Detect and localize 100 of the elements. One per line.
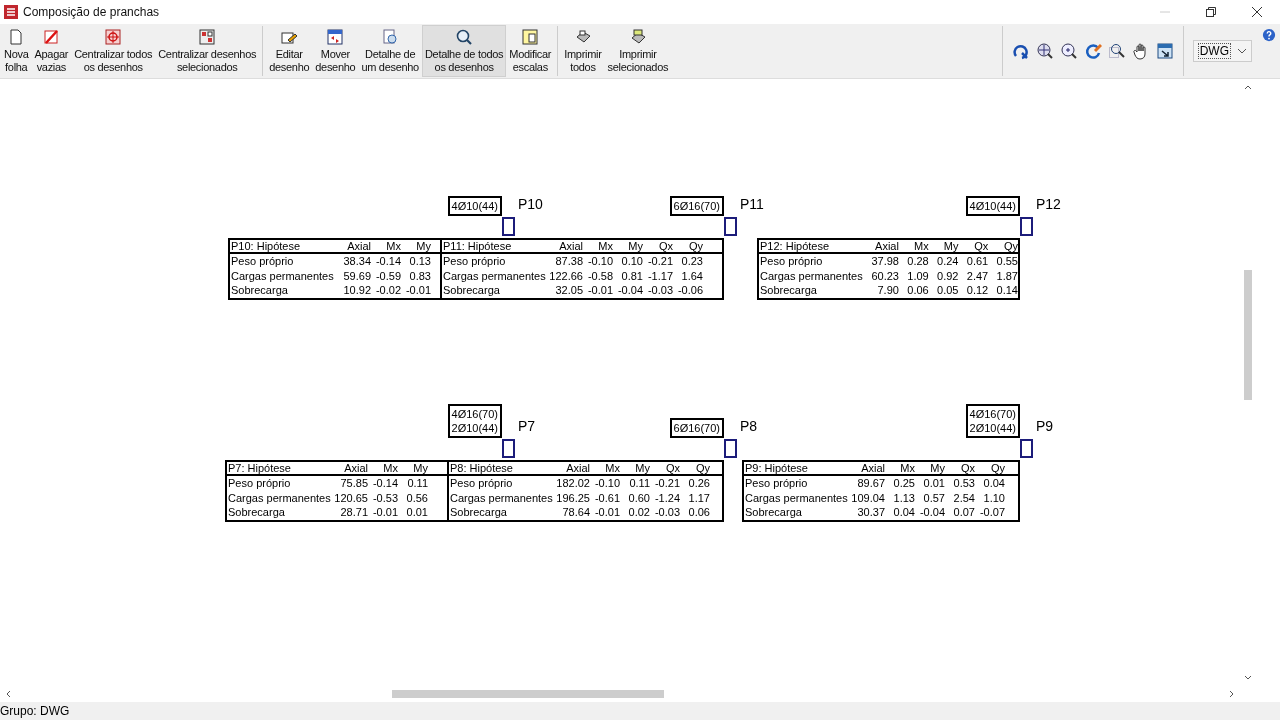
toolbar-button[interactable]: Apagar vazias bbox=[31, 25, 72, 77]
refresh-icon[interactable] bbox=[1083, 42, 1102, 60]
table-cell-text: 0.11 bbox=[406, 476, 428, 491]
table-cell-text: 0.57 bbox=[922, 490, 945, 505]
table-cell-text: 87.38 bbox=[554, 254, 583, 269]
table-cell-text: Cargas permanentes bbox=[744, 490, 849, 505]
table-cell: 182.02 bbox=[555, 476, 590, 491]
table-cell-text: -0.61 bbox=[593, 490, 620, 505]
rebar-label: 4Ø16(70) 2Ø10(44) bbox=[447, 404, 502, 438]
pillar-section bbox=[502, 439, 515, 458]
table-cell-text: 0.55 bbox=[995, 254, 1018, 269]
table-header: Mx bbox=[899, 462, 915, 474]
toolbar-button[interactable]: Nova folha bbox=[1, 25, 32, 77]
table-header: Qx bbox=[657, 240, 673, 252]
restore-icon[interactable] bbox=[1205, 6, 1217, 18]
table-cell-text: -0.01 bbox=[404, 283, 431, 298]
table-cell-text: Peso próprio bbox=[230, 254, 295, 269]
zoom-window-icon[interactable] bbox=[1107, 42, 1126, 60]
toolbar-button[interactable]: Detalhe de um desenho bbox=[358, 25, 422, 77]
toolbar-button[interactable]: Imprimir todos bbox=[561, 25, 605, 77]
table-header: My bbox=[929, 462, 945, 474]
table-cell-text: 7.90 bbox=[876, 283, 899, 298]
help-icon[interactable] bbox=[1262, 28, 1276, 42]
table-cell-text: 0.12 bbox=[965, 283, 989, 298]
table-cell-text: 0.06 bbox=[906, 283, 929, 298]
table-header: Mx bbox=[597, 240, 613, 252]
toolbar-button[interactable]: Centralizar desenhos selecionados bbox=[155, 25, 260, 77]
table-cell-text: 30.37 bbox=[856, 505, 885, 520]
view-select[interactable]: DWG bbox=[1192, 40, 1252, 62]
table-cell: 196.25 bbox=[555, 490, 590, 505]
table-header: P10: Hipótese bbox=[230, 240, 302, 252]
toolbar-button[interactable]: Mover desenho bbox=[312, 25, 359, 77]
table-cell-text: Sobrecarga bbox=[442, 283, 501, 298]
table-cell-text: Peso próprio bbox=[744, 476, 809, 491]
table-cell-text: -0.58 bbox=[586, 268, 613, 283]
table-cell-text: 0.81 bbox=[620, 268, 643, 283]
table-header: Axial bbox=[558, 240, 583, 252]
table-cell-text: 1.13 bbox=[892, 490, 915, 505]
table-cell-text: -0.59 bbox=[374, 268, 401, 283]
table-cell-text: -0.02 bbox=[374, 283, 401, 298]
close-icon[interactable] bbox=[1251, 6, 1263, 18]
table-header: Axial bbox=[565, 462, 590, 474]
pillar-label: P11 bbox=[740, 196, 764, 212]
table-cell-text: Cargas permanentes bbox=[442, 268, 547, 283]
table-cell-text: 0.83 bbox=[408, 268, 431, 283]
toolbar-button[interactable]: Centralizar todos os desenhos bbox=[71, 25, 156, 77]
table-header: Axial bbox=[343, 462, 368, 474]
toolbar-button[interactable]: Detalhe de todos os desenhos bbox=[421, 25, 507, 77]
toolbar-button[interactable]: Modificar escalas bbox=[506, 25, 555, 77]
app-icon bbox=[3, 4, 19, 20]
table-cell-text: 1.17 bbox=[687, 490, 710, 505]
table-cell: 109.04 bbox=[850, 490, 885, 505]
table-cell-text: -0.21 bbox=[653, 476, 680, 491]
pillar-label: P10 bbox=[518, 196, 543, 212]
pillar-label: P7 bbox=[518, 418, 536, 434]
zoom-in-icon[interactable] bbox=[1059, 42, 1078, 60]
scroll-thumb[interactable] bbox=[1244, 270, 1252, 400]
pillar-section bbox=[724, 439, 737, 458]
grid-icon bbox=[198, 28, 217, 46]
table-header: Qy bbox=[694, 462, 710, 474]
table-header: My bbox=[634, 462, 650, 474]
table-cell-text: 0.61 bbox=[965, 254, 989, 269]
table-cell-text: 0.14 bbox=[995, 283, 1018, 298]
table-cell-text: 0.60 bbox=[627, 490, 650, 505]
table-cell-text: 0.11 bbox=[628, 476, 650, 491]
table-header: Axial bbox=[860, 462, 885, 474]
table-header: Mx bbox=[913, 240, 929, 252]
table-header: Qx bbox=[664, 462, 680, 474]
table-header: Qx bbox=[973, 240, 989, 252]
table-cell-text: Sobrecarga bbox=[230, 283, 289, 298]
table-cell-text: Cargas permanentes bbox=[759, 268, 864, 283]
table-header: Qy bbox=[687, 240, 703, 252]
table-cell-text: 0.24 bbox=[936, 254, 959, 269]
table-header: P11: Hipótese bbox=[442, 240, 513, 252]
table-cell-text: 0.92 bbox=[936, 268, 959, 283]
window-title: Composição de pranchas bbox=[23, 5, 160, 19]
table-cell-text: -0.06 bbox=[676, 283, 703, 298]
table-cell-text: Peso próprio bbox=[449, 476, 514, 491]
toolbar-button[interactable]: Editar desenho bbox=[266, 25, 313, 77]
table-cell-text: 1.64 bbox=[680, 268, 703, 283]
table-cell-text: 78.64 bbox=[561, 505, 590, 520]
eraser-icon bbox=[42, 28, 61, 46]
rebar-label: 6Ø16(70) bbox=[669, 418, 724, 438]
table-cell-text: 10.92 bbox=[342, 283, 371, 298]
zoom-extents-icon[interactable] bbox=[1035, 42, 1054, 60]
toolbar-button[interactable]: Imprimir selecionados bbox=[604, 25, 672, 77]
table-header: Axial bbox=[874, 240, 899, 252]
pillar-section bbox=[724, 217, 737, 236]
table-cell-text: Cargas permanentes bbox=[449, 490, 554, 505]
table-cell-text: 0.06 bbox=[687, 505, 710, 520]
table-cell-text: -0.01 bbox=[371, 505, 398, 520]
detail-icon bbox=[381, 28, 400, 46]
table-cell-text: Sobrecarga bbox=[227, 505, 286, 520]
table-cell-text: -0.03 bbox=[653, 505, 680, 520]
table-header: Mx bbox=[382, 462, 398, 474]
rotate-view-icon[interactable] bbox=[1011, 42, 1030, 60]
window-icon[interactable] bbox=[1155, 42, 1174, 60]
scroll-thumb[interactable] bbox=[392, 690, 664, 698]
table-cell-text: 1.10 bbox=[982, 490, 1005, 505]
table-cell-text: 1.09 bbox=[906, 268, 929, 283]
